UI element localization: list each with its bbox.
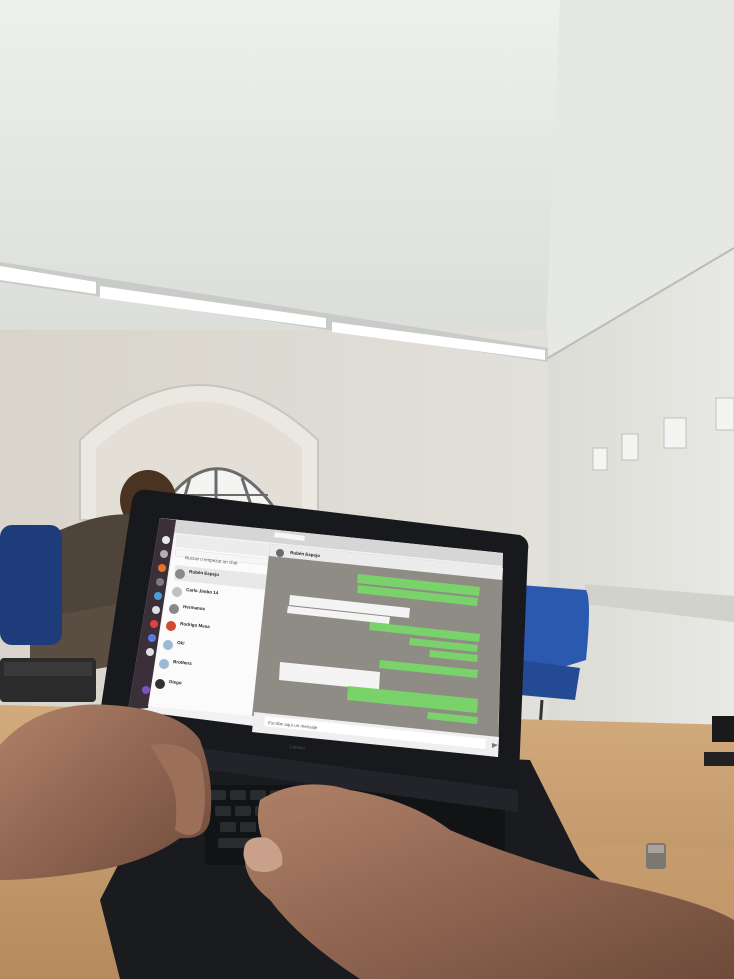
avatar xyxy=(169,604,179,614)
chair-right xyxy=(520,585,589,668)
avatar xyxy=(166,621,176,631)
wall-paper xyxy=(592,447,608,471)
avatar xyxy=(155,679,165,689)
photo-scene: Lenovo Buscar o empezar un chat Rubén Es… xyxy=(0,0,734,979)
avatar xyxy=(276,549,284,557)
avatar xyxy=(172,587,182,597)
chat-list-item-name[interactable]: Ok! xyxy=(177,640,185,646)
avatar xyxy=(175,569,185,579)
scene-illustration: Lenovo Buscar o empezar un chat Rubén Es… xyxy=(0,0,734,979)
chair xyxy=(0,525,62,645)
avatar xyxy=(159,659,169,669)
avatar xyxy=(163,640,173,650)
